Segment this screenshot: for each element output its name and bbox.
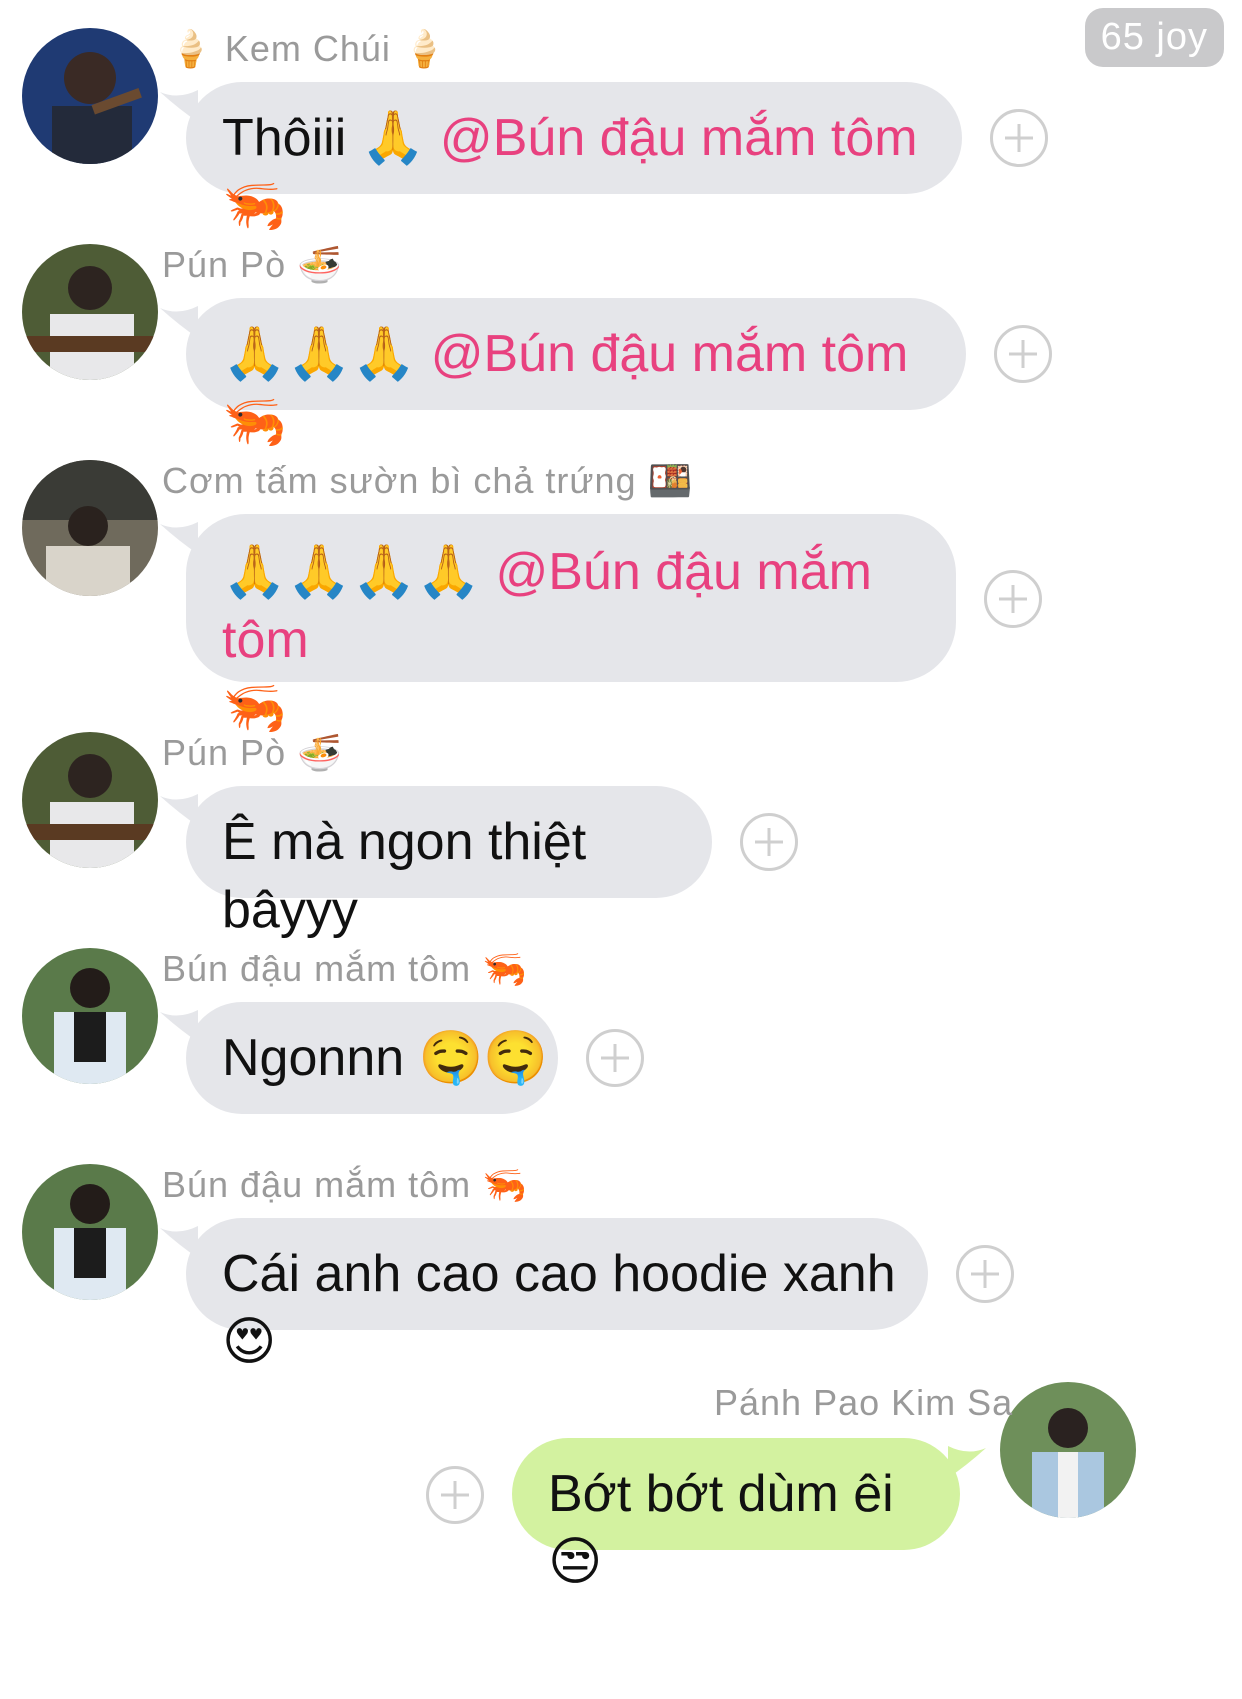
sender-name: Pún Pò 🍜 [162,732,343,774]
chat-message: Pún Pò 🍜 🙏🙏🙏 @Bún đậu mắm tôm 🦐 [0,236,1242,451]
message-text: Cái anh cao cao hoodie xanh 😍 [222,1245,896,1371]
chat-message: Cơm tấm sườn bì chả trứng 🍱 🙏🙏🙏🙏 @Bún đậ… [0,452,1242,737]
chat-message-own: Pánh Pao Kim Sa Bớt bớt dùm êi 😒 [0,1374,1242,1674]
avatar[interactable] [22,1164,158,1300]
chat-message: 🍦 Kem Chúi 🍦 Thôiii 🙏 @Bún đậu mắm tôm 🦐 [0,20,1242,235]
add-reaction-button[interactable] [990,109,1048,167]
avatar[interactable] [1000,1382,1136,1518]
add-reaction-button[interactable] [426,1466,484,1524]
message-text: Ê mà ngon thiệt bâyyy [222,813,587,939]
avatar[interactable] [22,244,158,380]
message-bubble[interactable]: Bớt bớt dùm êi 😒 [512,1438,986,1591]
sender-name: Pún Pò 🍜 [162,244,343,286]
add-reaction-button[interactable] [984,570,1042,628]
avatar[interactable] [22,732,158,868]
add-reaction-button[interactable] [956,1245,1014,1303]
message-text: 🙏🙏🙏 [222,325,417,383]
add-reaction-button[interactable] [586,1029,644,1087]
add-reaction-button[interactable] [740,813,798,871]
message-text: Thôiii 🙏 [222,109,426,167]
message-bubble[interactable]: Cái anh cao cao hoodie xanh 😍 [160,1218,928,1371]
message-text: 🙏🙏🙏🙏 [222,543,481,601]
sender-name: Cơm tấm sườn bì chả trứng 🍱 [162,460,694,502]
message-bubble[interactable]: Ngonnn 🤤🤤 [160,1002,558,1114]
message-bubble[interactable]: 🙏🙏🙏 @Bún đậu mắm tôm 🦐 [160,298,966,451]
message-text: Ngonnn 🤤🤤 [222,1029,549,1087]
sender-name: 🍦 Kem Chúi 🍦 [168,28,448,70]
add-reaction-button[interactable] [994,325,1052,383]
sender-name: Bún đậu mắm tôm 🦐 [162,948,528,990]
chat-message: Bún đậu mắm tôm 🦐 Cái anh cao cao hoodie… [0,1156,1242,1371]
message-bubble[interactable]: Ê mà ngon thiệt bâyyy [160,786,712,939]
avatar[interactable] [22,28,158,164]
chat-message: Bún đậu mắm tôm 🦐 Ngonnn 🤤🤤 [0,940,1242,1130]
avatar[interactable] [22,460,158,596]
chat-message: Pún Pò 🍜 Ê mà ngon thiệt bâyyy [0,724,1242,939]
avatar[interactable] [22,948,158,1084]
sender-name: Bún đậu mắm tôm 🦐 [162,1164,528,1206]
message-text: Bớt bớt dùm êi 😒 [548,1465,894,1591]
message-bubble[interactable]: 🙏🙏🙏🙏 @Bún đậu mắm tôm 🦐 [160,514,956,737]
message-bubble[interactable]: Thôiii 🙏 @Bún đậu mắm tôm 🦐 [160,82,962,235]
sender-name: Pánh Pao Kim Sa [714,1382,1014,1423]
